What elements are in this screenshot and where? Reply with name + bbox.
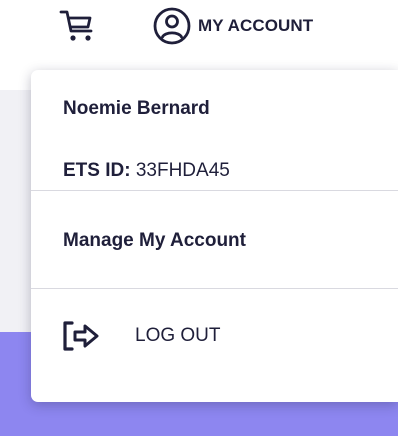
ets-id-row: ETS ID: 33FHDA45	[63, 160, 230, 182]
manage-account-link[interactable]: Manage My Account	[63, 230, 246, 252]
user-circle-icon	[152, 6, 192, 46]
logout-icon	[61, 318, 105, 354]
my-account-button[interactable]: MY ACCOUNT	[152, 6, 313, 46]
ets-id-label: ETS ID:	[63, 160, 131, 181]
my-account-label: MY ACCOUNT	[198, 16, 314, 35]
menu-divider	[31, 288, 398, 289]
menu-divider	[31, 190, 398, 191]
ets-id-value: 33FHDA45	[135, 160, 230, 181]
top-header: MY ACCOUNT	[0, 0, 398, 62]
account-dropdown-menu: Noemie Bernard ETS ID: 33FHDA45 Manage M…	[31, 70, 398, 402]
user-name: Noemie Bernard	[63, 98, 210, 119]
shopping-cart-icon[interactable]	[58, 7, 96, 45]
logout-button[interactable]: LOG OUT	[61, 316, 221, 356]
logout-label: LOG OUT	[135, 325, 221, 346]
